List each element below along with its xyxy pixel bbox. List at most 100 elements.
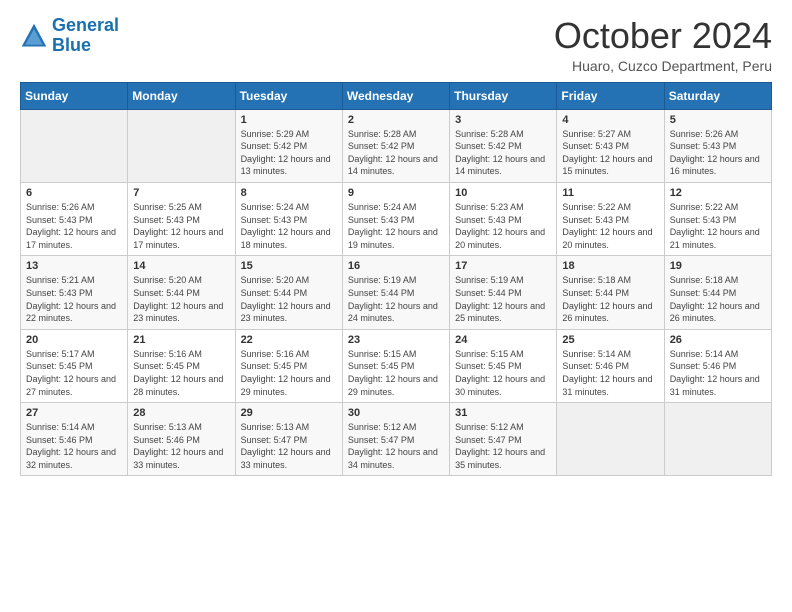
- day-number: 25: [562, 334, 658, 346]
- day-cell: 27 Sunrise: 5:14 AMSunset: 5:46 PMDayligh…: [21, 403, 128, 476]
- day-info: Sunrise: 5:28 AMSunset: 5:42 PMDaylight:…: [455, 128, 551, 178]
- day-cell: 17 Sunrise: 5:19 AMSunset: 5:44 PMDayligh…: [450, 256, 557, 329]
- day-cell: 7Sunrise: 5:25 AMSunset: 5:43 PMDaylight…: [128, 182, 235, 255]
- day-number: 13: [26, 260, 122, 272]
- day-info: Sunrise: 5:21 AMSunset: 5:43 PMDaylight:…: [26, 274, 122, 324]
- page: General Blue October 2024 Huaro, Cuzco D…: [0, 0, 792, 486]
- day-info: Sunrise: 5:22 AMSunset: 5:43 PMDaylight:…: [562, 201, 658, 251]
- col-header-wednesday: Wednesday: [342, 82, 449, 109]
- day-cell: 30Sunrise: 5:12 AMSunset: 5:47 PMDayligh…: [342, 403, 449, 476]
- day-cell: 19 Sunrise: 5:18 AMSunset: 5:44 PMDayligh…: [664, 256, 771, 329]
- day-info: Sunrise: 5:26 AMSunset: 5:43 PMDaylight:…: [26, 201, 122, 251]
- day-info: Sunrise: 5:26 AMSunset: 5:43 PMDaylight:…: [670, 128, 766, 178]
- day-cell: 26Sunrise: 5:14 AMSunset: 5:46 PMDayligh…: [664, 329, 771, 402]
- day-number: 17: [455, 260, 551, 272]
- day-info: Sunrise: 5:12 AMSunset: 5:47 PMDaylight:…: [348, 421, 444, 471]
- day-info: Sunrise: 5:13 AMSunset: 5:47 PMDaylight:…: [241, 421, 337, 471]
- day-cell: 6 Sunrise: 5:26 AMSunset: 5:43 PMDaylight…: [21, 182, 128, 255]
- day-cell: 3 Sunrise: 5:28 AMSunset: 5:42 PMDaylight…: [450, 109, 557, 182]
- day-cell: 9Sunrise: 5:24 AMSunset: 5:43 PMDaylight…: [342, 182, 449, 255]
- day-info: Sunrise: 5:18 AMSunset: 5:44 PMDaylight:…: [670, 274, 766, 324]
- logo-general: General: [52, 15, 119, 35]
- day-number: 6: [26, 187, 122, 199]
- day-info: Sunrise: 5:19 AMSunset: 5:44 PMDaylight:…: [455, 274, 551, 324]
- day-cell: [664, 403, 771, 476]
- day-info: Sunrise: 5:15 AMSunset: 5:45 PMDaylight:…: [455, 348, 551, 398]
- logo: General Blue: [20, 16, 119, 56]
- week-row-2: 6 Sunrise: 5:26 AMSunset: 5:43 PMDaylight…: [21, 182, 772, 255]
- col-header-thursday: Thursday: [450, 82, 557, 109]
- day-number: 20: [26, 334, 122, 346]
- col-header-monday: Monday: [128, 82, 235, 109]
- day-cell: 5 Sunrise: 5:26 AMSunset: 5:43 PMDaylight…: [664, 109, 771, 182]
- day-number: 5: [670, 114, 766, 126]
- day-cell: 1 Sunrise: 5:29 AMSunset: 5:42 PMDaylight…: [235, 109, 342, 182]
- day-info: Sunrise: 5:19 AMSunset: 5:44 PMDaylight:…: [348, 274, 444, 324]
- day-cell: 31Sunrise: 5:12 AMSunset: 5:47 PMDayligh…: [450, 403, 557, 476]
- day-number: 10: [455, 187, 551, 199]
- col-header-tuesday: Tuesday: [235, 82, 342, 109]
- day-number: 3: [455, 114, 551, 126]
- calendar-table: SundayMondayTuesdayWednesdayThursdayFrid…: [20, 82, 772, 477]
- day-cell: 13 Sunrise: 5:21 AMSunset: 5:43 PMDayligh…: [21, 256, 128, 329]
- day-number: 2: [348, 114, 444, 126]
- col-header-friday: Friday: [557, 82, 664, 109]
- day-info: Sunrise: 5:23 AMSunset: 5:43 PMDaylight:…: [455, 201, 551, 251]
- day-number: 22: [241, 334, 337, 346]
- logo-text: General Blue: [52, 16, 119, 56]
- day-number: 19: [670, 260, 766, 272]
- day-info: Sunrise: 5:16 AMSunset: 5:45 PMDaylight:…: [241, 348, 337, 398]
- col-header-sunday: Sunday: [21, 82, 128, 109]
- day-cell: 11 Sunrise: 5:22 AMSunset: 5:43 PMDayligh…: [557, 182, 664, 255]
- day-cell: 22 Sunrise: 5:16 AMSunset: 5:45 PMDayligh…: [235, 329, 342, 402]
- day-info: Sunrise: 5:13 AMSunset: 5:46 PMDaylight:…: [133, 421, 229, 471]
- month-title: October 2024: [554, 16, 772, 56]
- day-info: Sunrise: 5:22 AMSunset: 5:43 PMDaylight:…: [670, 201, 766, 251]
- day-cell: 23Sunrise: 5:15 AMSunset: 5:45 PMDayligh…: [342, 329, 449, 402]
- day-number: 27: [26, 407, 122, 419]
- header-row: SundayMondayTuesdayWednesdayThursdayFrid…: [21, 82, 772, 109]
- day-cell: 8Sunrise: 5:24 AMSunset: 5:43 PMDaylight…: [235, 182, 342, 255]
- day-info: Sunrise: 5:29 AMSunset: 5:42 PMDaylight:…: [241, 128, 337, 178]
- day-info: Sunrise: 5:14 AMSunset: 5:46 PMDaylight:…: [562, 348, 658, 398]
- day-cell: [557, 403, 664, 476]
- day-cell: 18Sunrise: 5:18 AMSunset: 5:44 PMDayligh…: [557, 256, 664, 329]
- day-info: Sunrise: 5:28 AMSunset: 5:42 PMDaylight:…: [348, 128, 444, 178]
- day-info: Sunrise: 5:16 AMSunset: 5:45 PMDaylight:…: [133, 348, 229, 398]
- day-number: 1: [241, 114, 337, 126]
- day-cell: 15Sunrise: 5:20 AMSunset: 5:44 PMDayligh…: [235, 256, 342, 329]
- day-number: 15: [241, 260, 337, 272]
- day-cell: 4 Sunrise: 5:27 AMSunset: 5:43 PMDaylight…: [557, 109, 664, 182]
- day-cell: 29Sunrise: 5:13 AMSunset: 5:47 PMDayligh…: [235, 403, 342, 476]
- week-row-5: 27 Sunrise: 5:14 AMSunset: 5:46 PMDayligh…: [21, 403, 772, 476]
- day-cell: 2 Sunrise: 5:28 AMSunset: 5:42 PMDaylight…: [342, 109, 449, 182]
- day-number: 12: [670, 187, 766, 199]
- day-info: Sunrise: 5:24 AMSunset: 5:43 PMDaylight:…: [241, 201, 337, 251]
- day-cell: 20Sunrise: 5:17 AMSunset: 5:45 PMDayligh…: [21, 329, 128, 402]
- day-number: 11: [562, 187, 658, 199]
- location-subtitle: Huaro, Cuzco Department, Peru: [554, 58, 772, 74]
- day-number: 4: [562, 114, 658, 126]
- day-number: 24: [455, 334, 551, 346]
- header: General Blue October 2024 Huaro, Cuzco D…: [20, 16, 772, 74]
- day-cell: 14Sunrise: 5:20 AMSunset: 5:44 PMDayligh…: [128, 256, 235, 329]
- week-row-3: 13 Sunrise: 5:21 AMSunset: 5:43 PMDayligh…: [21, 256, 772, 329]
- day-cell: 12 Sunrise: 5:22 AMSunset: 5:43 PMDayligh…: [664, 182, 771, 255]
- day-number: 16: [348, 260, 444, 272]
- day-cell: 21 Sunrise: 5:16 AMSunset: 5:45 PMDayligh…: [128, 329, 235, 402]
- day-info: Sunrise: 5:24 AMSunset: 5:43 PMDaylight:…: [348, 201, 444, 251]
- logo-icon: [20, 22, 48, 50]
- day-cell: [21, 109, 128, 182]
- day-number: 23: [348, 334, 444, 346]
- day-cell: 28 Sunrise: 5:13 AMSunset: 5:46 PMDayligh…: [128, 403, 235, 476]
- logo-blue: Blue: [52, 35, 91, 55]
- day-info: Sunrise: 5:20 AMSunset: 5:44 PMDaylight:…: [133, 274, 229, 324]
- day-number: 28: [133, 407, 229, 419]
- day-number: 21: [133, 334, 229, 346]
- day-info: Sunrise: 5:27 AMSunset: 5:43 PMDaylight:…: [562, 128, 658, 178]
- day-cell: [128, 109, 235, 182]
- day-number: 18: [562, 260, 658, 272]
- day-info: Sunrise: 5:14 AMSunset: 5:46 PMDaylight:…: [26, 421, 122, 471]
- title-block: October 2024 Huaro, Cuzco Department, Pe…: [554, 16, 772, 74]
- col-header-saturday: Saturday: [664, 82, 771, 109]
